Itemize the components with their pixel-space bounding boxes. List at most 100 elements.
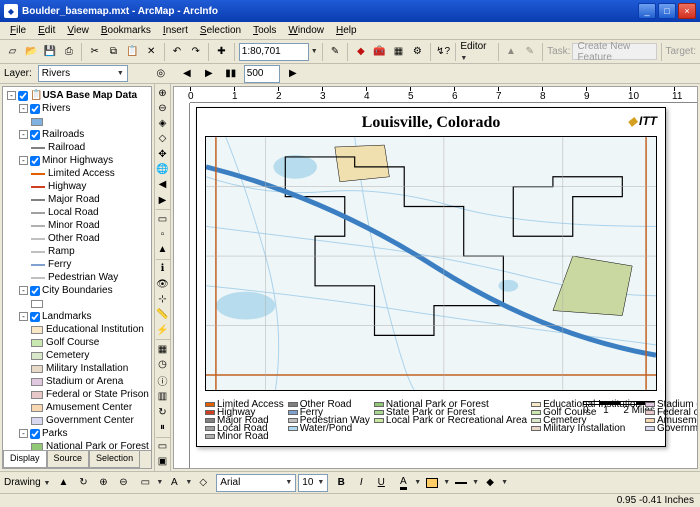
data-view-icon[interactable]: ▭ xyxy=(155,439,171,453)
pause-drawing-icon[interactable]: ⏸ xyxy=(155,420,171,434)
find-icon[interactable]: 👁 xyxy=(155,277,171,291)
rotate-icon[interactable]: ↻ xyxy=(74,474,92,492)
target-layer-icon[interactable]: ◎ xyxy=(152,65,170,83)
identify-icon[interactable]: ℹ xyxy=(155,262,171,276)
toc-check[interactable] xyxy=(30,130,40,140)
fixed-zoomin-icon[interactable]: ◈ xyxy=(155,117,171,131)
layout-page[interactable]: Louisville, Colorado ITT xyxy=(196,107,666,447)
marker-color-icon[interactable]: ◆ xyxy=(481,474,499,492)
toc-item[interactable]: Other Road xyxy=(5,232,149,245)
italic-button[interactable]: I xyxy=(352,474,370,492)
ruler-next-icon[interactable]: ▶ xyxy=(200,65,218,83)
menu-bookmarks[interactable]: Bookmarks xyxy=(95,23,157,38)
toc-item[interactable]: Limited Access xyxy=(5,167,149,180)
font-combo[interactable]: Arial▼ xyxy=(216,474,296,492)
menu-file[interactable]: File xyxy=(4,23,32,38)
toc-item[interactable]: Federal or State Prison xyxy=(5,388,149,401)
toc-group[interactable]: -Rivers xyxy=(5,102,149,115)
measure-icon[interactable]: 📏 xyxy=(155,308,171,322)
menu-edit[interactable]: Edit xyxy=(32,23,61,38)
back-extent-icon[interactable]: ◀ xyxy=(155,178,171,192)
copy-icon[interactable]: ⧉ xyxy=(105,43,122,61)
bold-button[interactable]: B xyxy=(332,474,350,492)
clear-selection-icon[interactable]: ▫ xyxy=(155,227,171,241)
toc-group[interactable]: -Landmarks xyxy=(5,310,149,323)
fixed-zoomout-icon[interactable]: ◇ xyxy=(155,132,171,146)
text-dropdown-icon[interactable]: ▼ xyxy=(185,479,192,486)
underline-button[interactable]: U xyxy=(372,474,390,492)
toc-item[interactable]: Ramp xyxy=(5,245,149,258)
add-data-icon[interactable]: ✚ xyxy=(213,43,230,61)
zoomin-icon[interactable]: ⊕ xyxy=(155,86,171,100)
toc-item[interactable]: Ferry xyxy=(5,258,149,271)
menu-tools[interactable]: Tools xyxy=(247,23,282,38)
shape-dropdown-icon[interactable]: ▼ xyxy=(156,479,163,486)
drawing-menu[interactable]: Drawing ▼ xyxy=(4,477,50,488)
goto-xy-icon[interactable]: ⊹ xyxy=(155,292,171,306)
undo-icon[interactable]: ↶ xyxy=(168,43,185,61)
delete-icon[interactable]: ✕ xyxy=(143,43,160,61)
fwd-extent-icon[interactable]: ▶ xyxy=(155,193,171,207)
cut-icon[interactable]: ✂ xyxy=(86,43,103,61)
layer-combo[interactable]: Rivers ▼ xyxy=(38,65,128,82)
toc-item[interactable]: Local Road xyxy=(5,206,149,219)
toc-group[interactable]: -Railroads xyxy=(5,128,149,141)
map-frame[interactable] xyxy=(205,136,657,391)
catalog-icon[interactable]: ◆ xyxy=(352,43,369,61)
toc-item[interactable]: Military Installation xyxy=(5,362,149,375)
toc-item[interactable]: Cemetery xyxy=(5,349,149,362)
maximize-button[interactable]: □ xyxy=(658,3,676,19)
time-slider-icon[interactable]: ◷ xyxy=(155,357,171,371)
layout-canvas[interactable]: 01234567891011 Louisville, Colorado ITT xyxy=(173,86,698,469)
pan-icon[interactable]: ✥ xyxy=(155,147,171,161)
toc-item[interactable]: Golf Course xyxy=(5,336,149,349)
editor-menu[interactable]: Editor ▼ xyxy=(460,41,493,63)
fill-color-dropdown[interactable]: ▼ xyxy=(443,479,450,486)
toc-item[interactable]: Amusement Center xyxy=(5,401,149,414)
toc-item[interactable]: Major Road xyxy=(5,193,149,206)
ruler-play-icon[interactable]: ▶ xyxy=(284,65,302,83)
select-element-icon[interactable]: ▲ xyxy=(155,243,171,257)
ruler-pause-icon[interactable]: ▮▮ xyxy=(222,65,240,83)
toc-root-check[interactable] xyxy=(18,91,28,101)
hyperlink-icon[interactable]: ⚡ xyxy=(155,323,171,337)
fill-color-icon[interactable] xyxy=(423,474,441,492)
toc-check[interactable] xyxy=(30,429,40,439)
line-color-dropdown[interactable]: ▼ xyxy=(472,479,479,486)
menu-selection[interactable]: Selection xyxy=(194,23,247,38)
toc-item[interactable]: Highway xyxy=(5,180,149,193)
toc-item[interactable]: Railroad xyxy=(5,141,149,154)
toc-item[interactable] xyxy=(5,115,149,128)
save-icon[interactable]: 💾 xyxy=(42,43,59,61)
menu-window[interactable]: Window xyxy=(282,23,330,38)
model-icon[interactable]: ⚙ xyxy=(409,43,426,61)
editor-tool-icon[interactable]: ✎ xyxy=(327,43,344,61)
scale-input[interactable] xyxy=(239,43,309,61)
viewer-icon[interactable]: ▥ xyxy=(155,390,171,404)
zoom-in-draw-icon[interactable]: ⊕ xyxy=(94,474,112,492)
cmd-icon[interactable]: ▦ xyxy=(390,43,407,61)
line-color-icon[interactable] xyxy=(452,474,470,492)
new-icon[interactable]: ▱ xyxy=(4,43,21,61)
toolbox-icon[interactable]: 🧰 xyxy=(371,43,388,61)
toc-check[interactable] xyxy=(30,104,40,114)
select-features-icon[interactable]: ▭ xyxy=(155,212,171,226)
redo-icon[interactable]: ↷ xyxy=(187,43,204,61)
toc-tab-display[interactable]: Display xyxy=(3,451,47,468)
menu-view[interactable]: View xyxy=(61,23,95,38)
toc-check[interactable] xyxy=(30,312,40,322)
paste-icon[interactable]: 📋 xyxy=(124,43,141,61)
toc-tab-selection[interactable]: Selection xyxy=(89,451,140,468)
fontsize-combo[interactable]: 10▼ xyxy=(298,474,328,492)
map-tips-icon[interactable]: ⓘ xyxy=(155,373,171,389)
html-popup-icon[interactable]: ▦ xyxy=(155,342,171,356)
toc-check[interactable] xyxy=(30,286,40,296)
open-icon[interactable]: 📂 xyxy=(23,43,40,61)
toc-item[interactable]: Minor Road xyxy=(5,219,149,232)
toc-item[interactable] xyxy=(5,297,149,310)
toc-root[interactable]: -📋 USA Base Map Data xyxy=(5,89,149,102)
toc-tab-source[interactable]: Source xyxy=(47,451,90,468)
toc-check[interactable] xyxy=(30,156,40,166)
ruler-value-input[interactable] xyxy=(244,65,280,83)
zoom-out-draw-icon[interactable]: ⊖ xyxy=(114,474,132,492)
